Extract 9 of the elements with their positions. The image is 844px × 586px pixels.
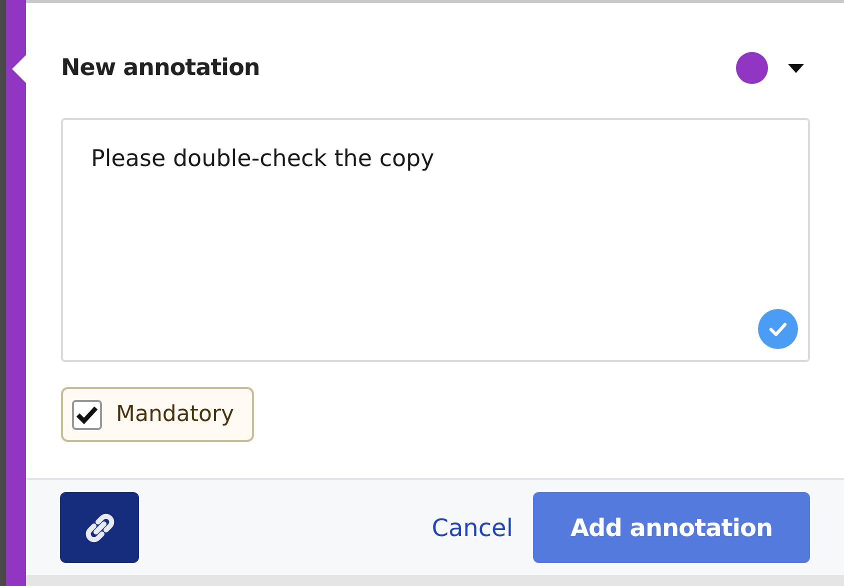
panel-title: New annotation (61, 55, 261, 81)
annotation-text-field[interactable]: Please double-check the copy (61, 118, 810, 362)
add-annotation-button[interactable]: Add annotation (533, 492, 810, 563)
link-button[interactable] (60, 492, 139, 563)
checkbox[interactable] (72, 400, 102, 430)
cancel-link[interactable]: Cancel (432, 514, 513, 542)
check-circle-icon (758, 309, 798, 349)
mandatory-checkbox[interactable]: Mandatory (61, 387, 254, 442)
caret-icon (788, 64, 804, 72)
